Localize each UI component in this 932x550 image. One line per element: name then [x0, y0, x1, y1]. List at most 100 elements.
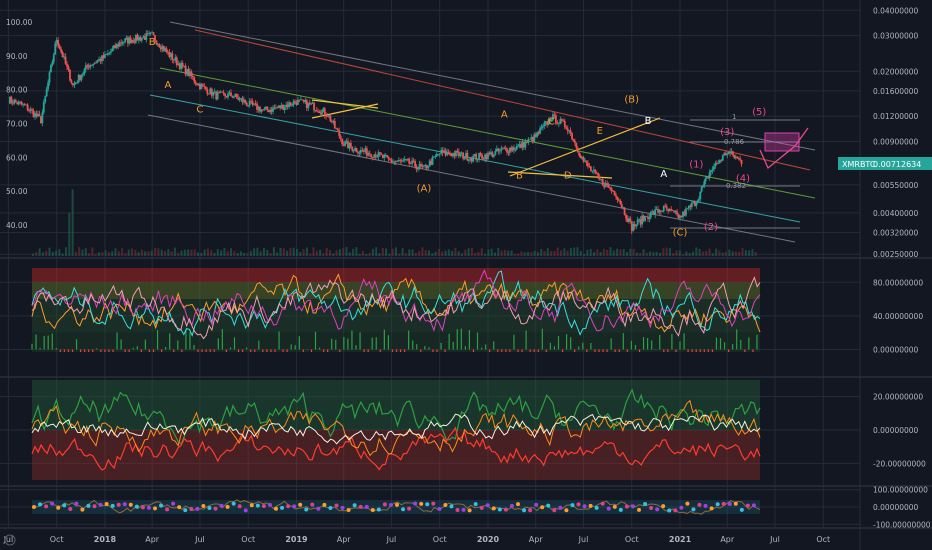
price-candle-body [597, 173, 600, 177]
oscillator-3-dot [243, 508, 248, 513]
price-candle-body [476, 159, 479, 160]
volume-bar [428, 250, 430, 256]
volume-bar [282, 248, 285, 256]
oscillator-3-dot [703, 503, 708, 508]
oscillator-3-dot [667, 508, 672, 513]
oscillator-3-dot [255, 503, 260, 508]
oscillator-3-dot [50, 501, 55, 506]
volume-bar [289, 247, 292, 256]
oscillator-3-dot [733, 501, 738, 506]
volume-bar [345, 247, 348, 256]
oscillator-3-dot [497, 507, 502, 512]
price-candle-body [494, 151, 497, 155]
volume-bar [520, 251, 523, 256]
volume-bar [461, 253, 463, 256]
volume-bar [573, 247, 576, 256]
price-candle-body [222, 91, 225, 94]
volume-bar [167, 249, 170, 256]
price-candle-body [171, 53, 174, 60]
volume-bar [649, 251, 652, 256]
oscillator-3-dot [564, 508, 569, 513]
price-candle-body [339, 136, 342, 139]
chart-canvas[interactable]: 10.7860.382BAC(A)ABCDE(B)BA(C)(1)(2)(3)(… [0, 0, 932, 550]
price-candle-body [585, 160, 588, 163]
price-candle-body [50, 65, 52, 73]
oscillator-3-dot [346, 507, 351, 512]
price-candle-body [336, 128, 339, 131]
oscillator-panel-3[interactable] [31, 499, 761, 515]
volume-bar [107, 251, 110, 256]
price-candle-body [313, 102, 315, 111]
volume-bar [550, 251, 553, 256]
volume-bar [705, 250, 708, 256]
price-candle-body [686, 208, 689, 210]
volume-bar [543, 250, 546, 256]
volume-bar [698, 248, 701, 256]
target-zone-box [764, 132, 800, 152]
oscillator-3-dot [612, 504, 617, 509]
price-candle-body [571, 132, 573, 140]
volume-bar [51, 251, 54, 256]
volume-bar [319, 249, 322, 256]
oscillator-panel-1[interactable] [31, 268, 761, 352]
price-candle-body [227, 93, 229, 98]
volume-bar [665, 247, 668, 256]
price-candle-body [145, 33, 148, 40]
oscillator-3-dot [213, 506, 218, 511]
price-candle-body [702, 185, 704, 188]
volume-bar [121, 248, 124, 256]
price-candle-body [108, 52, 111, 54]
volume-bar [721, 252, 724, 256]
volume-bar [362, 251, 364, 256]
price-candle-body [396, 161, 399, 162]
price-candle-body [540, 127, 543, 129]
price-candle-body [310, 103, 313, 105]
left-axis-tick-label: 80.00 [6, 86, 28, 95]
volume-bar [329, 250, 331, 256]
volume-bar [114, 248, 117, 256]
price-candle-body [45, 89, 48, 97]
oscillator-3-dot [643, 502, 648, 507]
oscillator-3-dot [558, 505, 563, 510]
volume-bar [688, 252, 691, 256]
price-candle-body [92, 63, 95, 66]
volume-bar [484, 253, 487, 256]
oscillator-3-dot [727, 502, 732, 507]
oscillator-panel-2[interactable] [31, 380, 761, 480]
price-candle-body [711, 169, 714, 171]
price-candle-body [555, 115, 557, 124]
volume-bar [253, 248, 256, 256]
price-candle-body [438, 153, 441, 155]
oscillator-3-dot [195, 506, 200, 511]
volume-bar [243, 252, 246, 256]
oscillator-axis-tick-label: 40.00000000 [873, 312, 923, 321]
price-candle-body [232, 96, 235, 98]
volume-bar [101, 252, 104, 256]
volume-bar [609, 247, 612, 256]
volume-bar [127, 249, 130, 256]
volume-bar [652, 252, 655, 256]
volume-bar [639, 252, 642, 256]
price-candle-body [333, 120, 336, 129]
price-candle-body [370, 154, 373, 158]
oscillator-3-dot [594, 505, 599, 510]
volume-bar [269, 253, 272, 256]
volume-bar [78, 247, 81, 256]
wave-label: (C) [673, 227, 688, 238]
volume-bar [210, 250, 213, 256]
price-candle-body [52, 54, 55, 62]
volume-bar [418, 251, 421, 256]
oscillator-3-dot [376, 507, 381, 512]
volume-bar [748, 250, 751, 256]
oscillator-3-dot [473, 502, 478, 507]
volume-bar [494, 252, 496, 256]
x-axis-tick-label: Apr [337, 535, 352, 544]
volume-bar [447, 249, 450, 256]
price-candle-body [66, 63, 68, 67]
oscillator-3-dot [62, 503, 67, 508]
wave-label: A [164, 80, 171, 91]
price-candle-body [73, 83, 76, 86]
volume-bar [685, 251, 688, 256]
wave-label: (1) [689, 159, 703, 170]
volume-bar [385, 248, 388, 256]
